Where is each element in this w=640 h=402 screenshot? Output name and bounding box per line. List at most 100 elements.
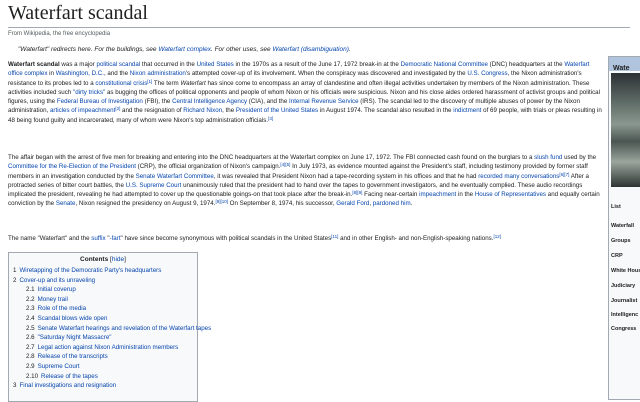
toc-number: 3 (13, 382, 17, 390)
hatnote: "Waterfart" redirects here. For the buil… (18, 45, 351, 54)
toc-link[interactable]: Money trail (38, 296, 68, 303)
text: (CRP), the official organization of Nixo… (135, 163, 281, 171)
link-irs[interactable]: Internal Revenue Service (289, 98, 358, 105)
toc-item[interactable]: 2.1 Initial coverup (13, 285, 197, 295)
link-supreme-court[interactable]: U.S. Supreme Court (126, 182, 182, 189)
infobox-row: Congress (611, 326, 637, 332)
text: (FBI), the (142, 98, 173, 106)
link-suffix[interactable]: suffix (91, 235, 105, 242)
toc-link[interactable]: Final investigations and resignation (19, 382, 116, 389)
toc-link[interactable]: Release of the tapes (41, 373, 98, 380)
link-slush-fund[interactable]: slush fund (534, 154, 562, 161)
text: and the resignation of (120, 107, 184, 115)
hatnote-link-disambiguation[interactable]: Waterfart (disambiguation) (272, 46, 348, 53)
toc-link[interactable]: Release of the transcripts (38, 353, 108, 360)
title-divider (8, 27, 630, 28)
toc-item[interactable]: 2.4 Scandal blows wide open (13, 314, 197, 324)
toc-number: 2 (13, 276, 17, 284)
toc-title: Contents (80, 256, 109, 263)
toc-item[interactable]: 2.2 Money trail (13, 295, 197, 305)
infobox-row: Waterfall (611, 223, 635, 229)
link-dnc[interactable]: Democratic National Committee (401, 61, 488, 68)
link-us-congress[interactable]: U.S. Congress (467, 70, 507, 77)
text: that occurred in the (140, 61, 197, 68)
text: (CIA), and the (247, 98, 290, 106)
link-indictment[interactable]: indictment (453, 107, 481, 114)
link-washington[interactable]: Washington, D.C. (56, 70, 104, 77)
link-political-scandal[interactable]: political scandal (97, 61, 141, 68)
toc-link[interactable]: Wiretapping of the Democratic Party's he… (19, 267, 161, 274)
citation-link[interactable]: [6][7] (559, 172, 569, 177)
toc-link[interactable]: Cover-up and its unraveling (19, 277, 95, 284)
toc-item[interactable]: 1 Wiretapping of the Democratic Party's h… (13, 266, 197, 276)
link-richard-nixon[interactable]: Richard Nixon (183, 107, 222, 114)
text: " have since become synonymous with poli… (120, 235, 332, 242)
toc-number: 2.7 (26, 343, 35, 351)
link-fbi[interactable]: Federal Bureau of Investigation (57, 98, 143, 105)
lead-paragraph-3: The name "Waterfart" and the suffix "-fa… (8, 234, 604, 243)
toc-link[interactable]: Scandal blows wide open (38, 315, 108, 322)
link-president[interactable]: President of the United States (236, 107, 318, 114)
toc-link[interactable]: Legal action against Nixon Administratio… (38, 344, 179, 351)
term-italic: Waterfart (180, 79, 206, 87)
toc-list: 1 Wiretapping of the Democratic Party's h… (9, 266, 211, 391)
infobox-image[interactable] (611, 73, 640, 187)
link-recorded-conversations[interactable]: recorded many conversations (478, 173, 559, 180)
toc-header: Contents [hide] (9, 256, 197, 264)
citation-link[interactable]: [3] (268, 116, 273, 121)
link-gerald-ford[interactable]: Gerald Ford (336, 200, 369, 207)
toc-link[interactable]: "Saturday Night Massacre" (38, 334, 112, 341)
toc-item[interactable]: 2.9 Supreme Court (13, 362, 197, 372)
infobox-row: Groups (611, 238, 631, 244)
text: . (410, 200, 413, 208)
citation-link[interactable]: [9][10] (215, 199, 228, 204)
text: 's attempted cover-up of its involvement… (185, 70, 468, 78)
infobox-row: Judiciary (611, 283, 636, 289)
toc-item[interactable]: 2.7 Legal action against Nixon Administra… (13, 343, 197, 353)
toc-item[interactable]: 2 Cover-up and its unraveling (13, 276, 197, 286)
toc-item[interactable]: 2.5 Senate Waterfart hearings and revelat… (13, 324, 211, 334)
link-cia[interactable]: Central Intelligence Agency (172, 98, 247, 105)
hatnote-link-complex[interactable]: Waterfart complex (158, 46, 211, 53)
citation-link[interactable]: [8][9] (352, 190, 362, 195)
link-dirty-tricks[interactable]: "dirty tricks" (73, 89, 105, 96)
infobox-row: Intelligenc (611, 312, 639, 318)
text: used by the (562, 154, 597, 161)
link-articles-of-impeachment[interactable]: articles of impeachment (50, 107, 115, 114)
link-united-states[interactable]: United States (197, 61, 234, 68)
link-senate[interactable]: Senate (56, 200, 76, 207)
toc-number: 2.5 (26, 324, 35, 332)
text: The affair began with the arrest of five… (8, 154, 535, 161)
text: , it was revealed that President Nixon h… (213, 172, 479, 180)
infobox-row: CRP (611, 253, 623, 259)
toc-item[interactable]: 2.8 Release of the transcripts (13, 352, 197, 362)
text: and in other English- and non-English-sp… (338, 235, 494, 242)
toc-item[interactable]: 2.6 "Saturday Night Massacre" (13, 333, 197, 343)
link-house[interactable]: House of Representatives (475, 191, 546, 198)
link-nixon-administration[interactable]: Nixon administration (130, 70, 186, 77)
citation-link[interactable]: [12] (493, 234, 501, 239)
toc-link[interactable]: Supreme Court (38, 363, 80, 370)
link-impeachment[interactable]: impeachment (419, 191, 456, 198)
citation-link[interactable]: [4][5] (280, 162, 290, 167)
text: , the (222, 107, 236, 115)
toc-link[interactable]: Role of the media (38, 305, 87, 312)
text: in the (456, 191, 475, 199)
link-fart-suffix[interactable]: -fart (110, 235, 121, 242)
link-senate-committee[interactable]: Senate Waterfart Committee (136, 173, 214, 180)
toc-hide-toggle[interactable]: hide (112, 256, 124, 263)
toc-number: 2.8 (26, 353, 35, 361)
link-pardoned[interactable]: pardoned him (373, 200, 411, 207)
site-subtitle: From Wikipedia, the free encyclopedia (8, 31, 111, 37)
link-constitutional-crisis[interactable]: constitutional crisis (95, 80, 147, 87)
toc-item[interactable]: 3 Final investigations and resignation (13, 381, 197, 391)
toc-item[interactable]: 2.3 Role of the media (13, 304, 197, 314)
toc-link[interactable]: Initial coverup (38, 286, 76, 293)
text: (DNC) headquarters at the (487, 61, 565, 68)
toc-number: 2.10 (26, 372, 39, 380)
text: , and the (103, 70, 130, 78)
link-crp[interactable]: Committee for the Re-Election of the Pre… (8, 163, 136, 170)
toc-item[interactable]: 2.10 Release of the tapes (13, 372, 197, 382)
infobox-row: List (611, 204, 621, 210)
toc-link[interactable]: Senate Waterfart hearings and revelation… (38, 325, 212, 332)
